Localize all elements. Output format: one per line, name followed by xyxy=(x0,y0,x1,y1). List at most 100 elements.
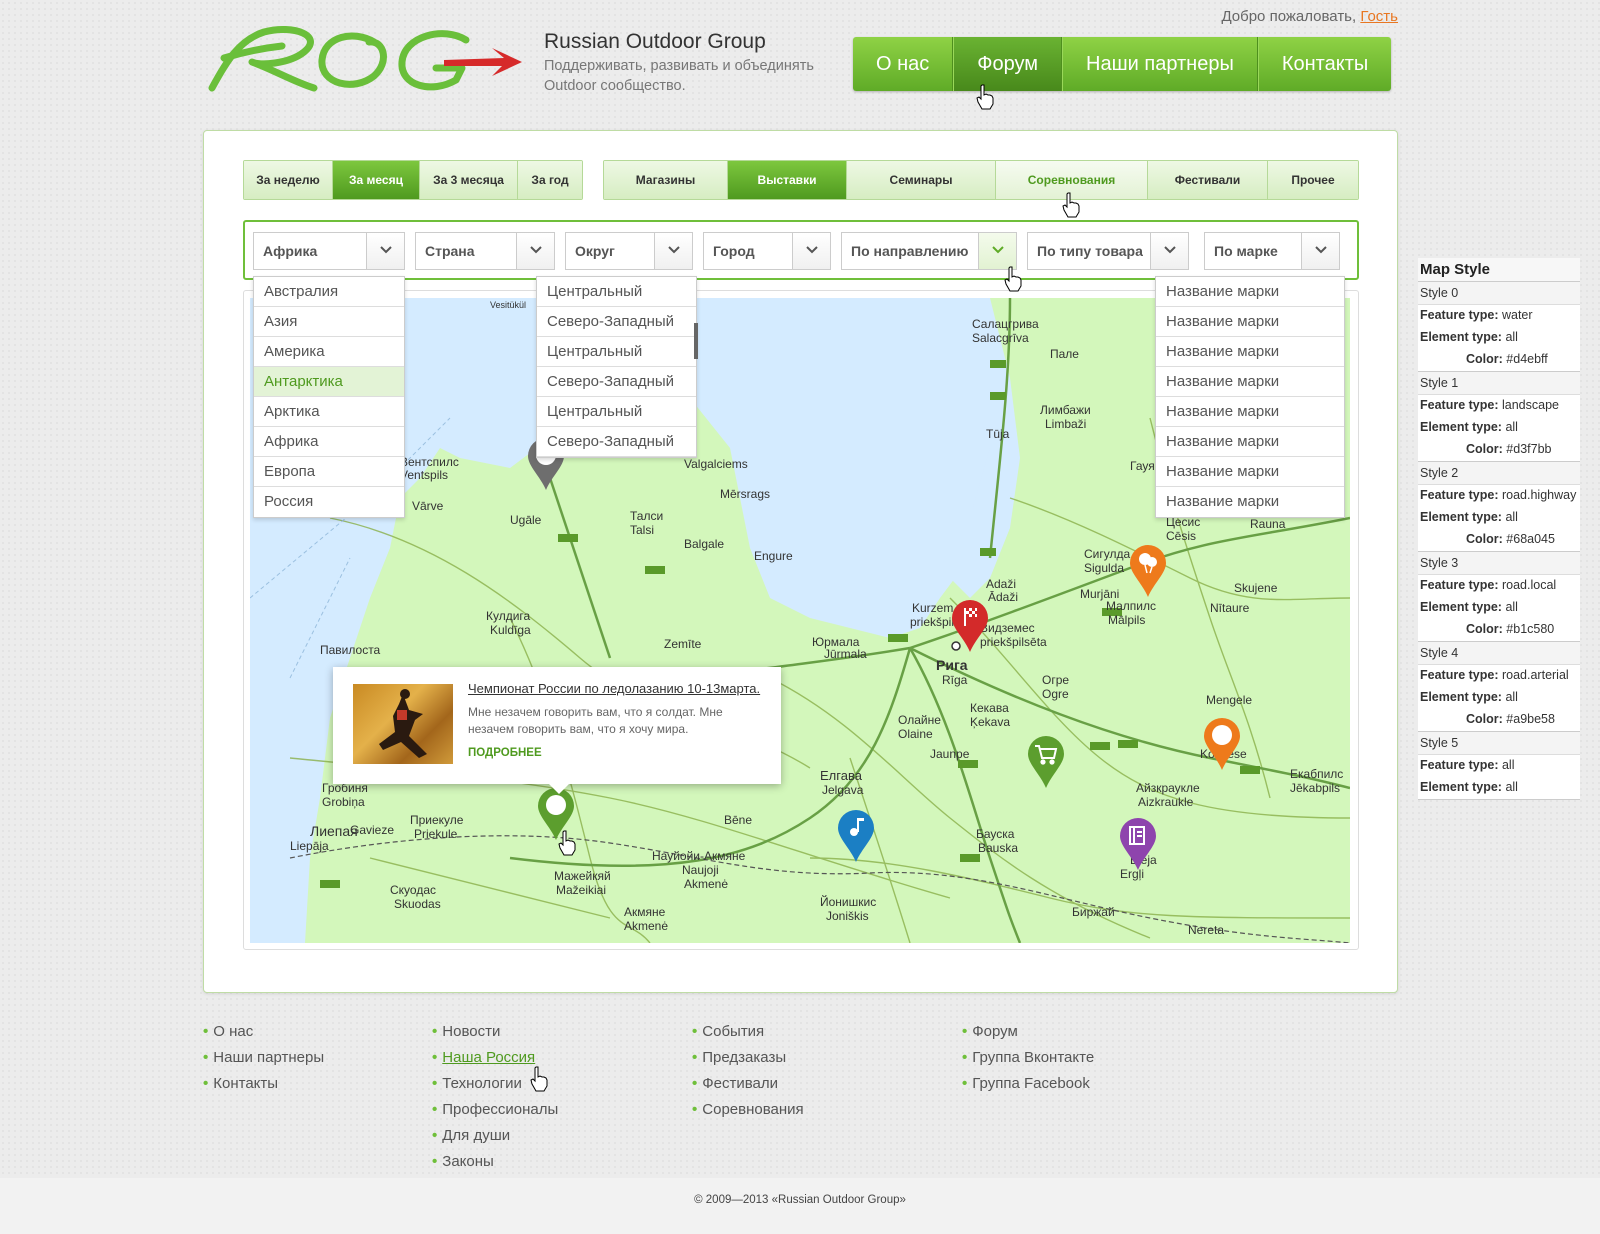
tab-year[interactable]: За год xyxy=(518,161,582,199)
district-option[interactable]: Северо-Западный xyxy=(537,427,696,457)
footer-link-news[interactable]: Новости xyxy=(432,1023,558,1049)
footer-link-laws[interactable]: Законы xyxy=(432,1153,558,1179)
footer-link-partners[interactable]: Наши партнеры xyxy=(203,1049,324,1075)
map-label: Олайне xyxy=(898,713,941,727)
continent-option[interactable]: Арктика xyxy=(254,397,404,427)
nav-contacts[interactable]: Контакты xyxy=(1257,37,1391,91)
map-label: Mālpils xyxy=(1108,613,1145,627)
element-value: all xyxy=(1505,330,1518,344)
event-title-link[interactable]: Чемпионат России по ледолазанию 10-13мар… xyxy=(468,681,760,696)
continent-select[interactable]: Африка xyxy=(253,232,405,270)
brand-option[interactable]: Название марки xyxy=(1156,367,1344,397)
chevron-down-icon[interactable] xyxy=(1150,233,1188,269)
chevron-down-icon[interactable] xyxy=(516,233,554,269)
hand-cursor-icon xyxy=(558,830,576,856)
district-option[interactable]: Центральный xyxy=(537,277,696,307)
map-label: Йонишкис xyxy=(820,894,876,909)
continent-option[interactable]: Россия xyxy=(254,487,404,517)
footer-link-about[interactable]: О нас xyxy=(203,1023,324,1049)
district-option[interactable]: Северо-Западный xyxy=(537,367,696,397)
chevron-down-icon[interactable] xyxy=(792,233,830,269)
footer-col-4: Форум Группа Вконтакте Группа Facebook xyxy=(962,1023,1094,1101)
footer-link-facebook[interactable]: Группа Facebook xyxy=(962,1075,1094,1101)
tab-3months[interactable]: За 3 месяца xyxy=(420,161,518,199)
brand-select[interactable]: По марке xyxy=(1204,232,1340,270)
chevron-down-icon[interactable] xyxy=(366,233,404,269)
style-block: Style 4 Feature type: road.arterial Elem… xyxy=(1418,642,1580,732)
district-option[interactable]: Центральный xyxy=(537,337,696,367)
color-value: #b1c580 xyxy=(1506,622,1555,636)
footer-link-label: Для души xyxy=(442,1127,511,1144)
marker-purple-book[interactable] xyxy=(1118,816,1158,872)
district-value: Округ xyxy=(575,243,615,259)
product-type-select[interactable]: По типу товара xyxy=(1027,232,1189,270)
nav-about[interactable]: О нас xyxy=(853,37,954,91)
marker-green-cart[interactable] xyxy=(1026,734,1066,790)
footer-link-preorders[interactable]: Предзаказы xyxy=(692,1049,804,1075)
tab-exhibitions[interactable]: Выставки xyxy=(728,161,847,199)
rog-logo[interactable] xyxy=(204,22,524,102)
event-photo[interactable] xyxy=(353,684,453,764)
tab-seminars[interactable]: Семинары xyxy=(847,161,996,199)
map-label: priekšpilsēta xyxy=(980,635,1047,649)
footer-link-contacts[interactable]: Контакты xyxy=(203,1075,324,1101)
map-label: Павилоста xyxy=(320,643,381,657)
brand-option[interactable]: Название марки xyxy=(1156,277,1344,307)
continent-option[interactable]: Азия xyxy=(254,307,404,337)
continent-option-selected[interactable]: Антарктика xyxy=(254,367,404,397)
map-label: Айзкраукле xyxy=(1136,781,1200,795)
footer-link-festivals[interactable]: Фестивали xyxy=(692,1075,804,1101)
chevron-down-icon[interactable] xyxy=(654,233,692,269)
brand-option[interactable]: Название марки xyxy=(1156,487,1344,517)
district-option[interactable]: Центральный xyxy=(537,397,696,427)
footer-link-competitions[interactable]: Соревнования xyxy=(692,1101,803,1127)
map-label: Ādaži xyxy=(988,590,1018,604)
marker-orange-balloon[interactable] xyxy=(1128,543,1168,599)
footer-link-soul[interactable]: Для души xyxy=(432,1127,558,1153)
guest-link[interactable]: Гость xyxy=(1360,8,1398,25)
country-select[interactable]: Страна xyxy=(415,232,555,270)
map-label: Priekule xyxy=(414,827,458,841)
tab-week[interactable]: За неделю xyxy=(244,161,333,199)
element-value: all xyxy=(1505,600,1518,614)
marker-blue-music[interactable] xyxy=(836,808,876,864)
footer-link-forum[interactable]: Форум xyxy=(962,1023,1094,1049)
continent-option[interactable]: Африка xyxy=(254,427,404,457)
more-link[interactable]: ПОДРОБНЕЕ xyxy=(468,747,542,759)
footer-link-events[interactable]: События xyxy=(692,1023,804,1049)
brand-option[interactable]: Название марки xyxy=(1156,457,1344,487)
continent-option[interactable]: Европа xyxy=(254,457,404,487)
element-label: Element type: xyxy=(1420,510,1502,524)
map-label: Tūja xyxy=(986,427,1010,441)
tab-shops[interactable]: Магазины xyxy=(604,161,728,199)
tab-other[interactable]: Прочее xyxy=(1268,161,1358,199)
city-select[interactable]: Город xyxy=(703,232,831,270)
tab-month[interactable]: За месяц xyxy=(333,161,420,199)
tab-festivals[interactable]: Фестивали xyxy=(1148,161,1268,199)
footer-link-professionals[interactable]: Профессионалы xyxy=(432,1101,558,1127)
footer-col-2: Новости Наша Россия Технологии Профессио… xyxy=(432,1023,558,1179)
brand-option[interactable]: Название марки xyxy=(1156,427,1344,457)
marker-red-flag[interactable] xyxy=(950,598,990,654)
dropdown-scrollbar[interactable] xyxy=(694,323,698,359)
chevron-down-icon[interactable] xyxy=(1301,233,1339,269)
marker-orange[interactable] xyxy=(1202,716,1242,772)
nav-partners[interactable]: Наши партнеры xyxy=(1062,37,1258,91)
nav-forum[interactable]: Форум xyxy=(953,37,1063,91)
continent-option[interactable]: Америка xyxy=(254,337,404,367)
map-label: Mažeikiai xyxy=(556,883,606,897)
continent-option[interactable]: Австралия xyxy=(254,277,404,307)
brand-option[interactable]: Название марки xyxy=(1156,337,1344,367)
feature-value: water xyxy=(1501,308,1533,322)
map-label: Rauna xyxy=(1250,517,1286,531)
brand-option[interactable]: Название марки xyxy=(1156,397,1344,427)
footer-link-label: Группа Facebook xyxy=(972,1075,1090,1092)
map-label: Приекуле xyxy=(410,813,464,827)
direction-select[interactable]: По направлению xyxy=(841,232,1017,270)
brand-option[interactable]: Название марки xyxy=(1156,307,1344,337)
chevron-down-icon[interactable] xyxy=(978,233,1016,269)
district-option[interactable]: Северо-Западный xyxy=(537,307,696,337)
footer-link-vkontakte[interactable]: Группа Вконтакте xyxy=(962,1049,1094,1075)
style-name: Style 3 xyxy=(1418,552,1580,575)
district-select[interactable]: Округ xyxy=(565,232,693,270)
